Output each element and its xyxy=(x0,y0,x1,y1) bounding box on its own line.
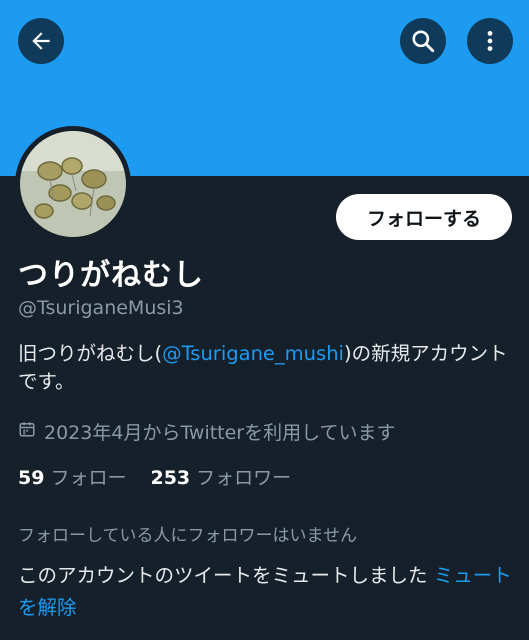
bio-mention-link[interactable]: @Tsurigane_mushi xyxy=(162,342,344,365)
calendar-icon xyxy=(18,420,36,443)
following-label: フォロー xyxy=(50,467,127,489)
muted-text: このアカウントのツイートをミュートしました xyxy=(18,564,428,587)
avatar[interactable] xyxy=(15,126,131,242)
no-followers-you-follow: フォローしている人にフォロワーはいません xyxy=(18,526,357,546)
handle: @TsuriganeMusi3 xyxy=(18,297,184,319)
more-button[interactable] xyxy=(467,18,513,64)
display-name: つりがねむし xyxy=(18,258,204,293)
following-link[interactable]: 59 フォロー xyxy=(18,463,126,490)
followers-label: フォロワー xyxy=(196,467,292,489)
following-count: 59 xyxy=(18,467,45,489)
joined-date: 2023年4月からTwitterを利用しています xyxy=(18,418,396,445)
joined-text: 2023年4月からTwitterを利用しています xyxy=(44,422,396,444)
bio: 旧つりがねむし(@Tsurigane_mushi)の新規アカウントです。 xyxy=(18,340,518,396)
followers-count: 253 xyxy=(150,467,191,489)
followers-link[interactable]: 253 フォロワー xyxy=(150,463,291,490)
bio-prefix: 旧つりがねむし( xyxy=(18,342,163,365)
search-icon xyxy=(412,30,435,53)
muted-notice: このアカウントのツイートをミュートしました ミュートを解除 xyxy=(18,560,518,624)
search-button[interactable] xyxy=(400,18,446,64)
avatar-image xyxy=(20,131,126,237)
arrow-left-icon xyxy=(32,32,50,50)
follow-counts: 59 フォロー 253 フォロワー xyxy=(18,463,291,490)
follow-button[interactable]: フォローする xyxy=(336,194,512,240)
more-vertical-icon xyxy=(487,31,493,51)
back-button[interactable] xyxy=(18,18,64,64)
